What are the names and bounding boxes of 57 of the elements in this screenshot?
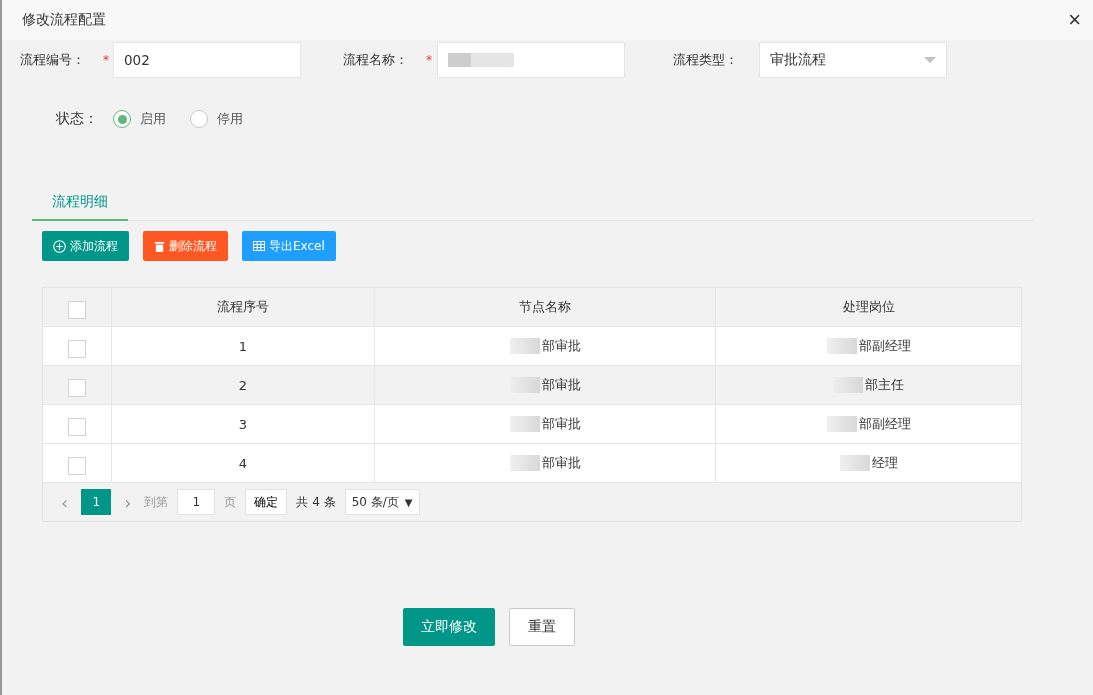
caret-icon — [924, 57, 936, 63]
table-cell: 4 — [238, 455, 248, 471]
window-title: 修改流程配置 — [22, 11, 106, 29]
column-header: 处理岗位 — [841, 298, 896, 316]
input-field[interactable]: 002 — [113, 42, 301, 78]
page-size-select[interactable]: 50 条/页 ▼ — [344, 489, 420, 515]
reset-button[interactable]: 重置 — [509, 608, 575, 646]
add-button[interactable]: 添加流程 — [42, 231, 129, 261]
checkbox[interactable] — [68, 379, 86, 397]
required-mark: * — [103, 53, 110, 67]
field-label: 流程编号： — [20, 51, 86, 69]
table-cell: 部副经理 — [858, 415, 911, 433]
column-header: 流程序号 — [112, 288, 375, 326]
radio-option[interactable]: 启用 — [113, 110, 166, 128]
input-field[interactable] — [437, 42, 625, 78]
blurred-text — [509, 338, 540, 354]
confirm-button[interactable]: 确定 — [245, 489, 288, 515]
table-cell: 经理 — [871, 454, 898, 472]
blurred-text — [826, 416, 857, 432]
table-cell: 3 — [238, 416, 248, 432]
table-cell: 部审批 — [541, 337, 581, 355]
field-label: 流程类型： — [673, 51, 739, 69]
checkbox[interactable] — [68, 457, 86, 475]
checkbox[interactable] — [68, 340, 86, 358]
submit-button[interactable]: 立即修改 — [403, 608, 495, 646]
table-cell: 部审批 — [541, 415, 581, 433]
blurred-text — [509, 377, 540, 393]
blurred-text — [839, 455, 870, 471]
page-button[interactable]: 1 — [81, 489, 112, 515]
required-mark: * — [426, 53, 433, 67]
blurred-text — [833, 377, 863, 393]
plus-circle-icon — [53, 239, 66, 253]
radio-option[interactable]: 停用 — [190, 110, 243, 128]
trash-icon — [154, 240, 165, 252]
select-field[interactable]: 审批流程 — [759, 42, 947, 78]
checkbox[interactable] — [68, 301, 86, 319]
table-cell: 部审批 — [541, 454, 581, 472]
close-button[interactable]: × — [1064, 9, 1085, 31]
total-count: 共 4 条 — [296, 493, 336, 511]
checkbox[interactable] — [68, 418, 86, 436]
page-unit: 页 — [224, 493, 237, 511]
table-cell: 部主任 — [865, 376, 904, 394]
field-label: 流程名称： — [343, 51, 409, 69]
blurred-text — [509, 416, 540, 432]
radio-icon[interactable] — [113, 110, 131, 128]
blurred-text — [509, 455, 540, 471]
goto-label: 到第 — [144, 493, 169, 511]
blurred-text — [826, 338, 857, 354]
field-label: 状态： — [56, 110, 99, 128]
table-icon — [253, 241, 265, 251]
table-cell: 部审批 — [541, 376, 581, 394]
radio-icon[interactable] — [190, 110, 208, 128]
table-cell: 1 — [238, 338, 248, 354]
table-cell: 部副经理 — [858, 337, 911, 355]
table-cell: 2 — [238, 377, 248, 393]
column-header: 节点名称 — [375, 288, 716, 326]
page-input[interactable]: 1 — [177, 489, 216, 515]
